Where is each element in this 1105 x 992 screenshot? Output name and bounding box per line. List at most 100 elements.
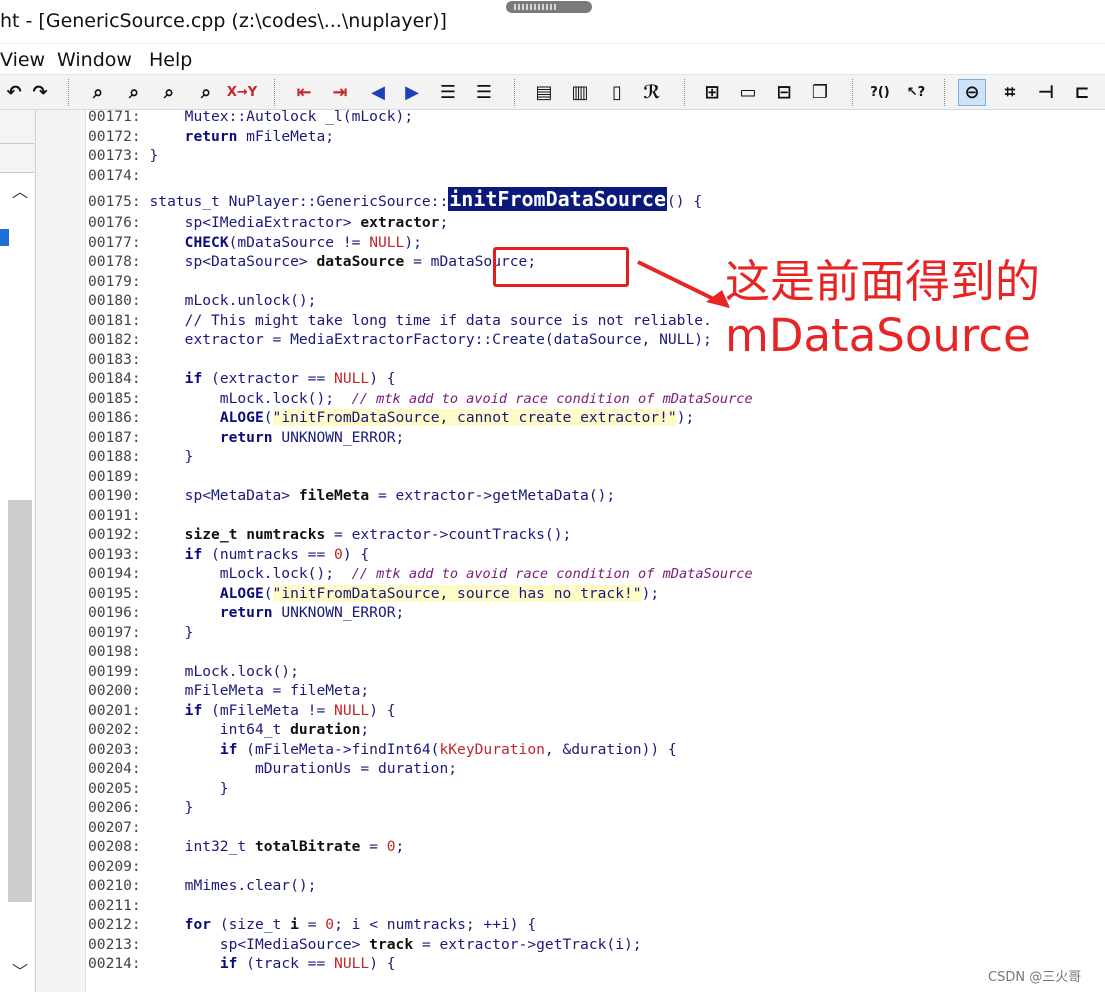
code-line[interactable]: 00186: ALOGE("initFromDataSource, cannot… (88, 408, 1105, 428)
structure-icon[interactable]: ⊏ (1068, 79, 1096, 106)
relation-icon[interactable]: ℛ (638, 79, 666, 106)
line-number: 00206: (88, 799, 141, 816)
line-number: 00175: (88, 193, 141, 210)
find-next-icon[interactable]: ⌕ (155, 79, 183, 106)
code-line[interactable]: 00190: sp<MetaData> fileMeta = extractor… (88, 486, 1105, 506)
code-line[interactable]: 00195: ALOGE("initFromDataSource, source… (88, 584, 1105, 604)
code-editor[interactable]: 00171: Mutex::Autolock _l(mLock); 00172: … (88, 107, 1105, 974)
frame-icon[interactable]: ⌗ (996, 79, 1024, 106)
find-previous-icon[interactable]: ⌕ (120, 79, 148, 106)
book-icon[interactable]: ▯ (603, 79, 631, 106)
code-line[interactable]: 00172: return mFileMeta; (88, 127, 1105, 147)
code-token: // mtk add to avoid race condition of mD… (351, 390, 753, 407)
layout-split-icon[interactable]: ⊟ (770, 79, 798, 106)
code-line[interactable]: 00184: if (extractor == NULL) { (88, 369, 1105, 389)
code-token: extractor (360, 214, 440, 231)
code-line[interactable]: 00196: return UNKNOWN_ERROR; (88, 603, 1105, 623)
code-token: return (219, 428, 273, 446)
code-line[interactable]: 00185: mLock.lock(); // mtk add to avoid… (88, 389, 1105, 409)
layout-grid-icon[interactable]: ⊞ (698, 79, 726, 106)
code-line[interactable]: 00171: Mutex::Autolock _l(mLock); (88, 107, 1105, 127)
code-line[interactable]: 00193: if (numtracks == 0) { (88, 545, 1105, 565)
code-line[interactable]: 00202: int64_t duration; (88, 720, 1105, 740)
code-line[interactable]: 00187: return UNKNOWN_ERROR; (88, 428, 1105, 448)
code-line[interactable]: 00176: sp<IMediaExtractor> extractor; (88, 213, 1105, 233)
line-number: 00174: (88, 166, 141, 184)
code-line[interactable]: 00175: status_t NuPlayer::GenericSource:… (88, 185, 1105, 213)
code-token: return (184, 127, 238, 145)
drag-handle[interactable] (506, 1, 592, 13)
code-line[interactable]: 00192: size_t numtracks = extractor->cou… (88, 525, 1105, 545)
code-line[interactable]: 00189: (88, 467, 1105, 487)
code-line[interactable]: 00197: } (88, 623, 1105, 643)
code-token: for (184, 916, 212, 933)
redo-icon[interactable]: ↷ (26, 79, 54, 106)
code-line[interactable]: 00203: if (mFileMeta->findInt64(kKeyDura… (88, 740, 1105, 760)
code-line[interactable]: 00198: (88, 642, 1105, 662)
code-token: if (184, 701, 203, 719)
find-in-files-icon[interactable]: ⌕ (192, 79, 220, 106)
outdent-icon[interactable]: ☰ (470, 79, 498, 106)
line-number: 00187: (88, 428, 141, 446)
back-arrow-icon[interactable]: ◀ (364, 79, 392, 106)
undo-icon[interactable]: ↶ (0, 79, 28, 106)
code-line[interactable]: 00191: (88, 506, 1105, 526)
symbol-window-icon[interactable]: ▤ (530, 79, 558, 106)
code-line[interactable]: 00211: (88, 896, 1105, 916)
code-token: status_t NuPlayer::GenericSource:: (149, 193, 449, 210)
layout-panel-icon[interactable]: ▭ (734, 79, 762, 106)
code-line[interactable]: 00205: } (88, 779, 1105, 799)
menu-window[interactable]: Window (57, 49, 132, 71)
help-context-icon[interactable]: ?() (866, 79, 894, 106)
scrollbar-thumb[interactable] (8, 500, 32, 902)
code-token: NULL (334, 370, 370, 387)
code-token: ; (360, 721, 370, 738)
replace-icon[interactable]: X→Y (227, 79, 257, 106)
code-token: track (369, 935, 414, 953)
code-line[interactable]: 00207: (88, 818, 1105, 838)
code-line[interactable]: 00194: mLock.lock(); // mtk add to avoid… (88, 564, 1105, 584)
code-line[interactable]: 00201: if (mFileMeta != NULL) { (88, 701, 1105, 721)
code-token: mMimes.clear(); (149, 877, 317, 894)
code-line[interactable]: 00213: sp<IMediaSource> track = extracto… (88, 935, 1105, 955)
code-token: = (298, 916, 326, 933)
toggle-view-icon[interactable]: ⊖ (958, 79, 986, 106)
forward-arrow-icon[interactable]: ▶ (398, 79, 426, 106)
code-line[interactable]: 00210: mMimes.clear(); (88, 876, 1105, 896)
code-token: } (149, 147, 159, 164)
code-line[interactable]: 00173: } (88, 146, 1105, 166)
bookmark-previous-icon[interactable]: ⇤ (290, 79, 318, 106)
code-line[interactable]: 00212: for (size_t i = 0; i < numtracks;… (88, 915, 1105, 935)
code-line[interactable]: 00209: (88, 857, 1105, 877)
tree-icon[interactable]: ⊣ (1032, 79, 1060, 106)
line-number: 00205: (88, 779, 141, 797)
code-token: ) { (369, 370, 396, 387)
help-pointer-icon[interactable]: ↖? (902, 79, 930, 106)
code-line[interactable]: 00214: if (track == NULL) { (88, 954, 1105, 974)
layout-cascade-icon[interactable]: ❐ (806, 79, 834, 106)
line-number: 00192: (88, 526, 141, 543)
code-line[interactable]: 00188: } (88, 447, 1105, 467)
scroll-down-icon[interactable]: ﹀ (12, 958, 28, 982)
annotation-line-2: mDataSource (725, 309, 1031, 362)
menu-help[interactable]: Help (149, 49, 192, 71)
context-window-icon[interactable]: ▥ (566, 79, 594, 106)
binoculars-icon[interactable]: ⌕ (84, 79, 112, 106)
watermark: CSDN @三火哥 (988, 970, 1082, 985)
code-line[interactable]: 00174: (88, 166, 1105, 186)
menu-view[interactable]: View (0, 49, 45, 71)
code-line[interactable]: 00208: int32_t totalBitrate = 0; (88, 837, 1105, 857)
code-token: ALOGE (219, 409, 264, 426)
bookmark-next-icon[interactable]: ⇥ (326, 79, 354, 106)
scroll-up-icon[interactable]: ︿ (12, 178, 28, 202)
code-line[interactable]: 00200: mFileMeta = fileMeta; (88, 681, 1105, 701)
indent-icon[interactable]: ☰ (434, 79, 462, 106)
code-line[interactable]: 00206: } (88, 798, 1105, 818)
code-line[interactable]: 00199: mLock.lock(); (88, 662, 1105, 682)
code-line[interactable]: 00204: mDurationUs = duration; (88, 759, 1105, 779)
code-token: mLock.lock(); (149, 565, 352, 582)
